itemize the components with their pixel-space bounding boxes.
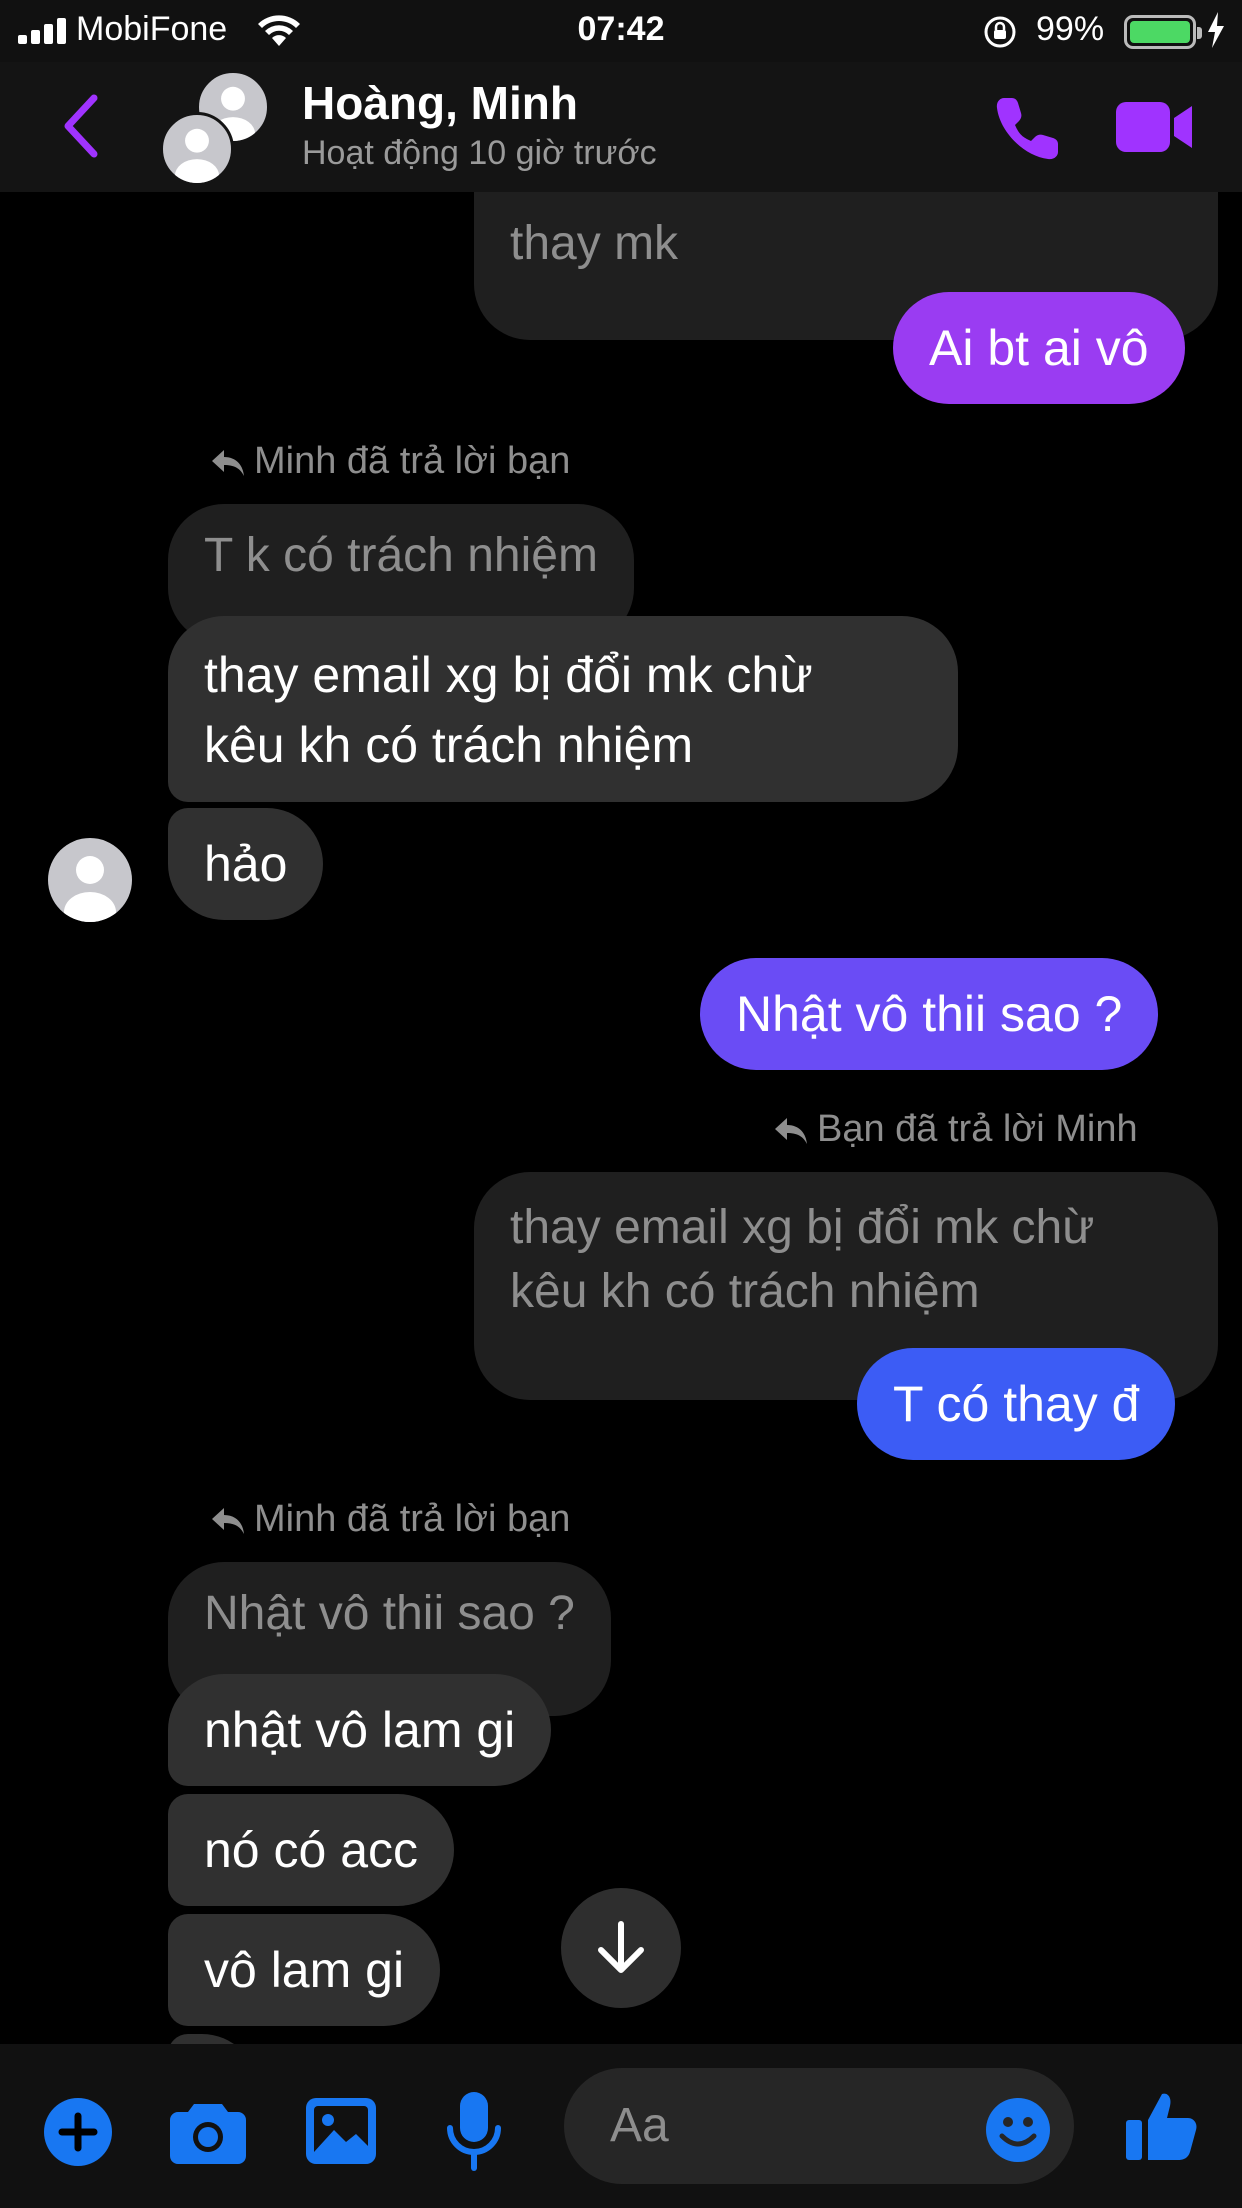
reply-indicator-text: Bạn đã trả lời Minh — [817, 1108, 1138, 1150]
message-text: vô lam gi — [204, 1942, 405, 1998]
conversation-header: Hoàng, Minh Hoạt động 10 giờ trước — [0, 62, 1242, 192]
message-input[interactable]: Aa — [564, 2068, 1074, 2184]
received-message[interactable]: vô lam gi — [168, 1914, 441, 2026]
message-text: nó có acc — [204, 1822, 419, 1878]
sent-message[interactable]: T có thay đ — [857, 1348, 1176, 1460]
avatar — [160, 112, 234, 186]
composer-bar: Aa — [0, 2044, 1242, 2208]
reply-indicator-text: Minh đã trả lời bạn — [254, 440, 571, 482]
contact-name[interactable]: Hoàng, Minh — [302, 76, 578, 130]
quoted-text: Nhật vô thii sao ? — [204, 1587, 575, 1640]
message-text: nhật vô lam gi — [204, 1702, 516, 1758]
received-message[interactable]: nó có acc — [168, 1794, 455, 1906]
emoji-icon[interactable] — [986, 2098, 1050, 2162]
video-icon[interactable] — [1114, 100, 1196, 154]
received-message[interactable]: hảo — [168, 808, 324, 920]
thumbs-up-icon[interactable] — [1126, 2090, 1198, 2162]
received-message[interactable] — [168, 2034, 258, 2044]
rotation-lock-icon — [984, 16, 1016, 48]
reply-icon — [212, 449, 244, 476]
reply-icon — [775, 1117, 807, 1144]
quoted-text: T k có trách nhiệm — [204, 529, 598, 582]
quoted-text: kêu kh có trách nhiệm — [510, 1265, 980, 1318]
back-icon[interactable] — [60, 94, 100, 158]
battery-percent: 99% — [1036, 10, 1105, 48]
scroll-to-bottom-button[interactable] — [561, 1888, 681, 2008]
sender-avatar[interactable] — [48, 838, 132, 922]
sent-message[interactable]: Ai bt ai vô — [893, 292, 1185, 404]
message-list[interactable]: thay mk Ai bt ai vô Minh đã trả lời bạn … — [0, 192, 1242, 2044]
mic-icon[interactable] — [446, 2092, 502, 2172]
reply-indicator: Minh đã trả lời bạn — [210, 440, 570, 483]
active-status: Hoạt động 10 giờ trước — [302, 134, 657, 172]
message-text: T có thay đ — [893, 1376, 1140, 1432]
arrow-down-icon — [598, 1921, 644, 1973]
message-text: hảo — [204, 836, 288, 892]
plus-icon[interactable] — [44, 2098, 112, 2166]
status-bar: MobiFone 07:42 99% — [0, 0, 1242, 62]
sent-message[interactable]: Nhật vô thii sao ? — [700, 958, 1159, 1070]
message-text: kêu kh có trách nhiệm — [204, 717, 694, 773]
phone-icon[interactable] — [990, 92, 1064, 166]
message-input-placeholder: Aa — [610, 2099, 669, 2152]
camera-icon[interactable] — [170, 2100, 246, 2164]
reply-indicator-text: Minh đã trả lời bạn — [254, 1498, 571, 1540]
quoted-text: thay mk — [510, 217, 679, 270]
message-text: thay email xg bị đổi mk chừ — [204, 647, 813, 703]
photo-icon[interactable] — [306, 2098, 376, 2164]
group-avatar[interactable] — [160, 70, 280, 190]
reply-indicator: Minh đã trả lời bạn — [210, 1498, 570, 1541]
message-text: Ai bt ai vô — [929, 320, 1149, 376]
reply-icon — [212, 1507, 244, 1534]
battery-icon — [1124, 15, 1202, 49]
received-message[interactable]: nhật vô lam gi — [168, 1674, 552, 1786]
message-text: Nhật vô thii sao ? — [736, 986, 1123, 1042]
reply-indicator: Bạn đã trả lời Minh — [773, 1108, 1138, 1151]
received-message[interactable]: thay email xg bị đổi mk chừ kêu kh có tr… — [168, 616, 958, 802]
charging-icon — [1208, 12, 1224, 48]
quoted-text: thay email xg bị đổi mk chừ — [510, 1201, 1095, 1254]
